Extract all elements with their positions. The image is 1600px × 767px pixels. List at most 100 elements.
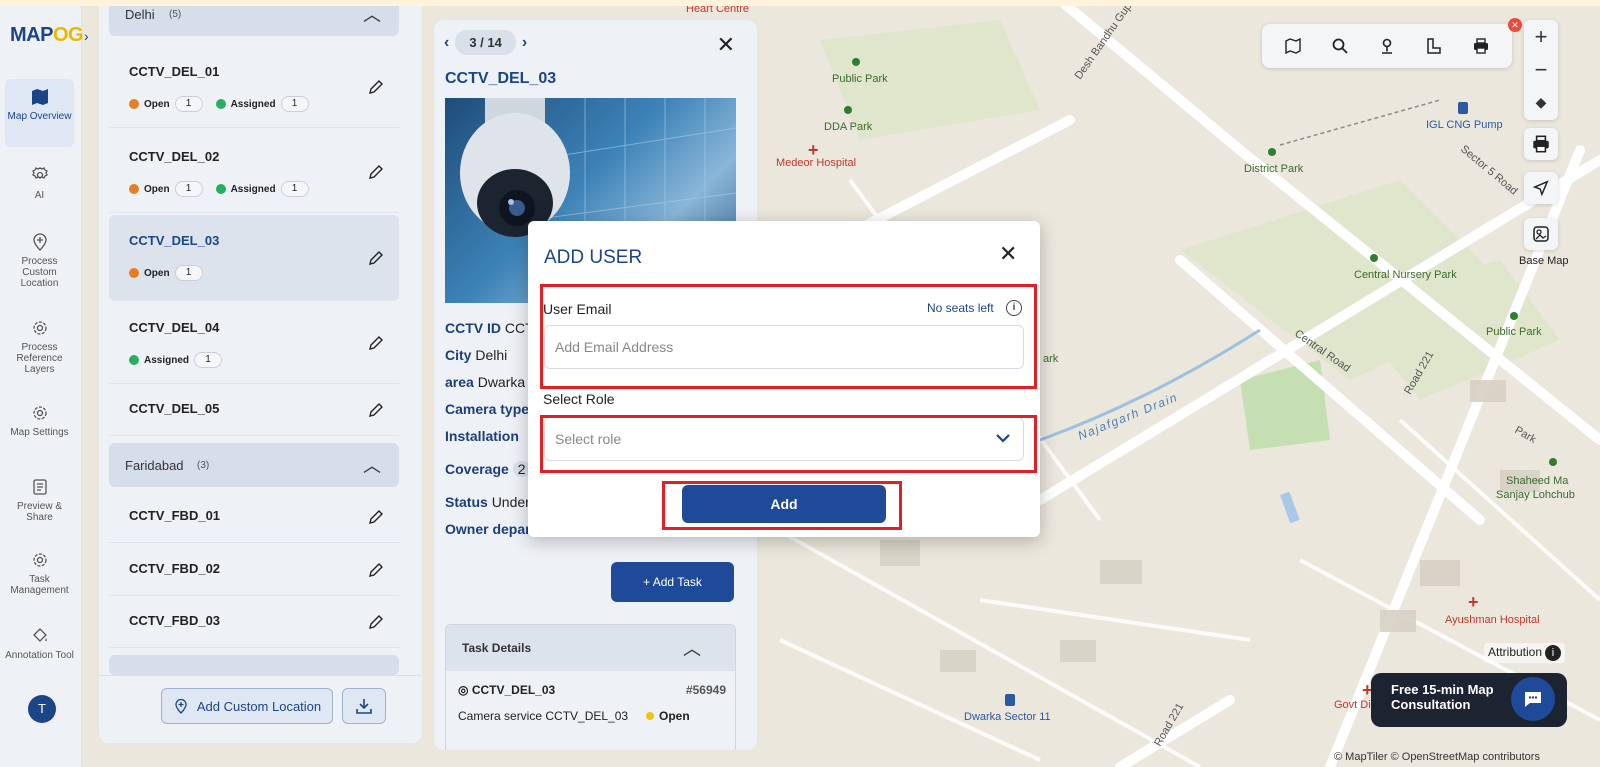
avatar[interactable]: T bbox=[28, 695, 56, 723]
close-badge-icon[interactable]: ✕ bbox=[1508, 18, 1522, 32]
rail-label: Annotation Tool bbox=[5, 650, 74, 661]
highlight-box bbox=[662, 481, 902, 530]
rail-label: Map Overview bbox=[7, 111, 72, 122]
map-label: DDA Park bbox=[824, 121, 873, 133]
prev-chevron-icon[interactable]: ‹ bbox=[444, 34, 449, 52]
list-footer: Add Custom Location bbox=[99, 675, 422, 743]
task-details-header[interactable]: Task Details ︿ bbox=[446, 625, 735, 671]
assigned-count: 1 bbox=[194, 352, 223, 368]
open-count: 1 bbox=[174, 265, 203, 281]
measure-icon[interactable] bbox=[1424, 36, 1444, 56]
download-button[interactable] bbox=[342, 688, 386, 724]
copyright-text: © MapTiler © OpenStreetMap contributors bbox=[1334, 751, 1540, 763]
user-pin-icon[interactable] bbox=[1377, 36, 1397, 56]
app-logo[interactable]: MAPOG bbox=[10, 24, 84, 47]
compass-icon[interactable]: ◆ bbox=[1524, 86, 1558, 119]
rail-process-reference-layers[interactable]: Process Reference Layers bbox=[5, 310, 74, 378]
assigned-count: 1 bbox=[280, 96, 309, 112]
add-task-button[interactable]: + Add Task bbox=[611, 562, 734, 602]
rail-map-settings[interactable]: Map Settings bbox=[5, 395, 74, 463]
chat-bubble-icon bbox=[1525, 692, 1541, 707]
chevron-up-icon[interactable]: ︿ bbox=[363, 6, 381, 27]
map-layers-icon[interactable] bbox=[1283, 36, 1303, 56]
assigned-count: 1 bbox=[280, 181, 309, 197]
task-row[interactable]: ◎ CCTV_DEL_03 #56949 bbox=[458, 683, 728, 697]
list-item[interactable]: CCTV_FBD_01 bbox=[109, 491, 399, 543]
close-icon[interactable]: ✕ bbox=[999, 241, 1017, 267]
location-name: CCTV_DEL_02 bbox=[129, 149, 220, 164]
gear-icon bbox=[32, 406, 47, 420]
open-count: 1 bbox=[174, 181, 203, 197]
zoom-in-button[interactable]: + bbox=[1524, 20, 1558, 53]
rail-ai[interactable]: AI bbox=[5, 158, 74, 226]
gear-icon bbox=[31, 167, 48, 179]
edit-pencil-icon[interactable] bbox=[367, 163, 385, 181]
assigned-dot-icon bbox=[129, 355, 139, 365]
list-item-selected[interactable]: CCTV_DEL_03 Open 1 bbox=[109, 215, 399, 301]
list-item[interactable]: CCTV_DEL_02 Open 1 Assigned 1 bbox=[109, 131, 399, 213]
map-label: Public Park bbox=[1486, 326, 1542, 338]
list-item[interactable]: CCTV_FBD_03 bbox=[109, 596, 399, 648]
attr-area: area Dwarka bbox=[445, 374, 526, 390]
print-icon bbox=[1533, 135, 1549, 153]
location-list-panel: Delhi (5) ︿ CCTV_DEL_01 Open 1 Assigned 1 … bbox=[99, 6, 422, 743]
attribution-toggle[interactable]: Attribution i bbox=[1484, 643, 1566, 663]
list-item[interactable]: CCTV_DEL_05 bbox=[109, 384, 399, 436]
open-dot-icon bbox=[129, 268, 139, 278]
open-dot-icon bbox=[129, 99, 139, 109]
paint-bucket-icon bbox=[32, 628, 47, 642]
detail-title: CCTV_DEL_03 bbox=[445, 70, 557, 87]
print-icon[interactable] bbox=[1471, 36, 1491, 56]
rail-preview-share[interactable]: Preview & Share bbox=[5, 469, 74, 537]
attr-owner: Owner depar bbox=[445, 521, 531, 537]
group-count: (3) bbox=[197, 460, 210, 471]
chat-button[interactable] bbox=[1511, 677, 1555, 721]
location-plus-icon bbox=[175, 698, 187, 714]
chevron-up-icon[interactable]: ︿ bbox=[683, 635, 701, 661]
select-role-label: Select Role bbox=[543, 391, 615, 407]
group-header-faridabad[interactable]: Faridabad (3) ︿ bbox=[109, 443, 399, 487]
list-item[interactable]: CCTV_FBD_02 bbox=[109, 544, 399, 596]
highlight-box bbox=[540, 415, 1037, 473]
zoom-out-button[interactable]: − bbox=[1524, 53, 1558, 86]
group-header-next[interactable] bbox=[109, 655, 399, 675]
map-label: Sanjay Lohchub bbox=[1496, 489, 1575, 501]
location-pin-icon: ◎ bbox=[458, 683, 469, 697]
map-label: IGL CNG Pump bbox=[1426, 119, 1503, 131]
rail-task-management[interactable]: Task Management bbox=[5, 542, 74, 610]
location-name: CCTV_DEL_01 bbox=[129, 64, 220, 79]
next-chevron-icon[interactable]: › bbox=[522, 34, 527, 52]
edit-pencil-icon[interactable] bbox=[367, 249, 385, 267]
edit-pencil-icon[interactable] bbox=[367, 508, 385, 526]
rail-process-custom-location[interactable]: Process Custom Location bbox=[5, 224, 74, 292]
edit-pencil-icon[interactable] bbox=[367, 78, 385, 96]
rail-annotation-tool[interactable]: Annotation Tool bbox=[5, 618, 74, 686]
add-location-label: Add Custom Location bbox=[196, 698, 322, 714]
navigation-arrow-icon bbox=[1532, 180, 1549, 197]
list-item[interactable]: CCTV_DEL_01 Open 1 Assigned 1 bbox=[109, 46, 399, 128]
zoom-control: + − ◆ bbox=[1524, 20, 1558, 120]
print-map-button[interactable] bbox=[1524, 128, 1558, 160]
add-user-dialog: ADD USER ✕ User Email No seats left i Se… bbox=[528, 221, 1040, 537]
basemap-button[interactable] bbox=[1524, 218, 1558, 250]
list-item[interactable]: CCTV_DEL_04 Assigned 1 bbox=[109, 302, 399, 384]
edit-pencil-icon[interactable] bbox=[367, 613, 385, 631]
locate-button[interactable] bbox=[1524, 172, 1558, 204]
map-label: Shaheed Ma bbox=[1506, 475, 1569, 487]
task-id: #56949 bbox=[685, 683, 726, 697]
expand-chevron-icon[interactable]: › bbox=[84, 28, 89, 44]
group-header-delhi[interactable]: Delhi (5) ︿ bbox=[109, 6, 399, 36]
attr-cctv-id: CCTV ID CCT bbox=[445, 320, 534, 336]
edit-pencil-icon[interactable] bbox=[367, 334, 385, 352]
edit-pencil-icon[interactable] bbox=[367, 561, 385, 579]
rail-map-overview[interactable]: Map Overview bbox=[5, 79, 74, 147]
rail-label: AI bbox=[34, 190, 45, 201]
add-custom-location-button[interactable]: Add Custom Location bbox=[161, 688, 333, 724]
rail-label: Process Reference Layers bbox=[16, 342, 63, 375]
edit-pencil-icon[interactable] bbox=[367, 401, 385, 419]
map-label: Public Park bbox=[832, 73, 888, 85]
search-icon[interactable] bbox=[1330, 36, 1350, 56]
open-count: 1 bbox=[174, 96, 203, 112]
chevron-up-icon[interactable]: ︿ bbox=[363, 452, 381, 478]
close-icon[interactable]: ✕ bbox=[717, 32, 735, 58]
